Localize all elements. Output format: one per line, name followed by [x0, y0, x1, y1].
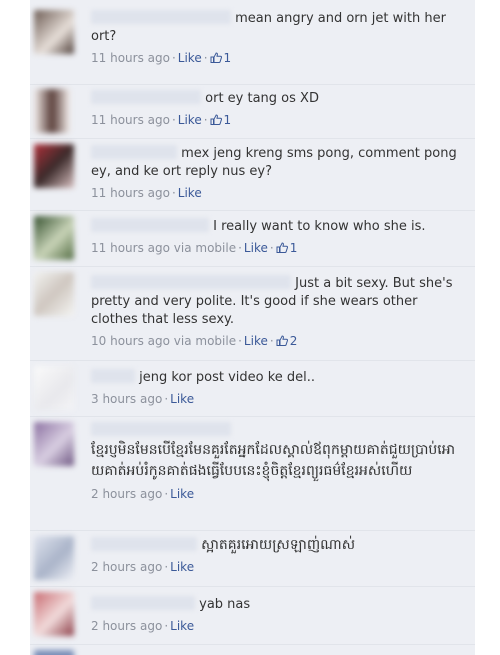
via-mobile: via mobile — [173, 241, 237, 255]
comment-body: jeng kor post video ke del.. — [139, 370, 316, 385]
author-name-blurred[interactable] — [91, 422, 231, 436]
thumbs-up-icon[interactable] — [210, 52, 222, 63]
comment-meta: 11 hours ago · Like — [91, 186, 202, 200]
timestamp[interactable]: 10 hours ago — [91, 334, 170, 348]
author-name-blurred[interactable] — [91, 90, 201, 104]
author-name-blurred[interactable] — [91, 369, 135, 383]
like-count[interactable]: 1 — [224, 113, 232, 127]
like-link[interactable]: Like — [170, 619, 194, 633]
like-count[interactable]: 1 — [290, 241, 298, 255]
like-count[interactable]: 1 — [224, 51, 232, 65]
avatar[interactable] — [34, 592, 74, 636]
comment-item: jeng kor post video ke del.. 3 hours ago… — [30, 360, 475, 417]
comment-text: I really want to know who she is. — [91, 218, 467, 236]
avatar[interactable] — [34, 10, 74, 54]
avatar[interactable] — [34, 216, 74, 260]
comment-body: ort ey tang os XD — [205, 91, 319, 106]
comment-item: ort ey tang os XD 11 hours ago · Like · 1 — [30, 84, 475, 139]
comment-item: I really want to know who she is. 11 hou… — [30, 210, 475, 267]
comment-text: Just a bit sexy. But she's pretty and ve… — [91, 275, 467, 329]
comment-item: yab nas 2 hours ago · Like — [30, 586, 475, 645]
thumbs-up-icon[interactable] — [210, 114, 222, 125]
timestamp[interactable]: 2 hours ago — [91, 560, 162, 574]
comment-item: mex jeng kreng sms pong, comment pong ey… — [30, 138, 475, 211]
comment-text: mean angry and orn jet with her ort? — [91, 10, 467, 46]
comment-body: ខ្មែរប្ញមិនមែនបើខ្មែរមែនគួរតែអ្នកដែលស្គា… — [91, 442, 456, 479]
like-link[interactable]: Like — [178, 51, 202, 65]
like-link[interactable]: Like — [170, 487, 194, 501]
comment-item-partial — [30, 644, 475, 655]
comment-meta: 11 hours ago via mobile · Like · 1 — [91, 241, 298, 255]
thumbs-up-icon[interactable] — [276, 335, 288, 346]
like-link[interactable]: Like — [178, 186, 202, 200]
comment-text: ort ey tang os XD — [91, 90, 467, 108]
thumbs-up-icon[interactable] — [276, 242, 288, 253]
comment-body: yab nas — [199, 597, 251, 612]
timestamp[interactable]: 11 hours ago — [91, 241, 170, 255]
like-link[interactable]: Like — [244, 241, 268, 255]
avatar[interactable] — [34, 89, 70, 133]
like-link[interactable]: Like — [178, 113, 202, 127]
author-name-blurred[interactable] — [91, 218, 209, 232]
comment-text: ខ្មែរប្ញមិនមែនបើខ្មែរមែនគួរតែអ្នកដែលស្គា… — [91, 422, 467, 482]
comment-item: Just a bit sexy. But she's pretty and ve… — [30, 266, 475, 361]
timestamp[interactable]: 2 hours ago — [91, 487, 162, 501]
like-link[interactable]: Like — [244, 334, 268, 348]
comment-list: mean angry and orn jet with her ort? 11 … — [30, 0, 475, 655]
comment-meta: 3 hours ago · Like — [91, 392, 195, 406]
timestamp[interactable]: 11 hours ago — [91, 51, 170, 65]
avatar[interactable] — [34, 650, 74, 655]
like-link[interactable]: Like — [170, 560, 194, 574]
avatar[interactable] — [34, 536, 74, 580]
author-name-blurred[interactable] — [91, 10, 231, 24]
avatar[interactable] — [34, 366, 74, 410]
author-name-blurred[interactable] — [91, 537, 197, 551]
comment-text: jeng kor post video ke del.. — [91, 369, 467, 387]
comment-body: I really want to know who she is. — [213, 219, 426, 234]
author-name-blurred[interactable] — [91, 145, 177, 159]
via-mobile: via mobile — [173, 334, 237, 348]
author-name-blurred[interactable] — [91, 596, 195, 610]
comment-body: ស្អាតគួរអោយស្រឡាញ់ណាស់ — [201, 537, 356, 553]
comment-meta: 11 hours ago · Like · 1 — [91, 113, 232, 127]
avatar[interactable] — [34, 272, 74, 316]
comment-text: yab nas — [91, 596, 467, 614]
comment-meta: 10 hours ago via mobile · Like · 2 — [91, 334, 298, 348]
avatar[interactable] — [34, 422, 74, 466]
like-count[interactable]: 2 — [290, 334, 298, 348]
comment-meta: 2 hours ago · Like — [91, 487, 195, 501]
comment-meta: 11 hours ago · Like · 1 — [91, 51, 232, 65]
comment-meta: 2 hours ago · Like — [91, 619, 195, 633]
author-name-blurred[interactable] — [91, 275, 291, 289]
comment-meta: 2 hours ago · Like — [91, 560, 195, 574]
timestamp[interactable]: 2 hours ago — [91, 619, 162, 633]
avatar[interactable] — [34, 144, 74, 188]
comment-item: ស្អាតគួរអោយស្រឡាញ់ណាស់ 2 hours ago · Like — [30, 530, 475, 587]
comment-text: mex jeng kreng sms pong, comment pong ey… — [91, 145, 467, 181]
timestamp[interactable]: 3 hours ago — [91, 392, 162, 406]
comment-item: mean angry and orn jet with her ort? 11 … — [30, 0, 475, 85]
timestamp[interactable]: 11 hours ago — [91, 113, 170, 127]
timestamp[interactable]: 11 hours ago — [91, 186, 170, 200]
comment-text: ស្អាតគួរអោយស្រឡាញ់ណាស់ — [91, 536, 467, 555]
like-link[interactable]: Like — [170, 392, 194, 406]
comment-item: ខ្មែរប្ញមិនមែនបើខ្មែរមែនគួរតែអ្នកដែលស្គា… — [30, 416, 475, 531]
